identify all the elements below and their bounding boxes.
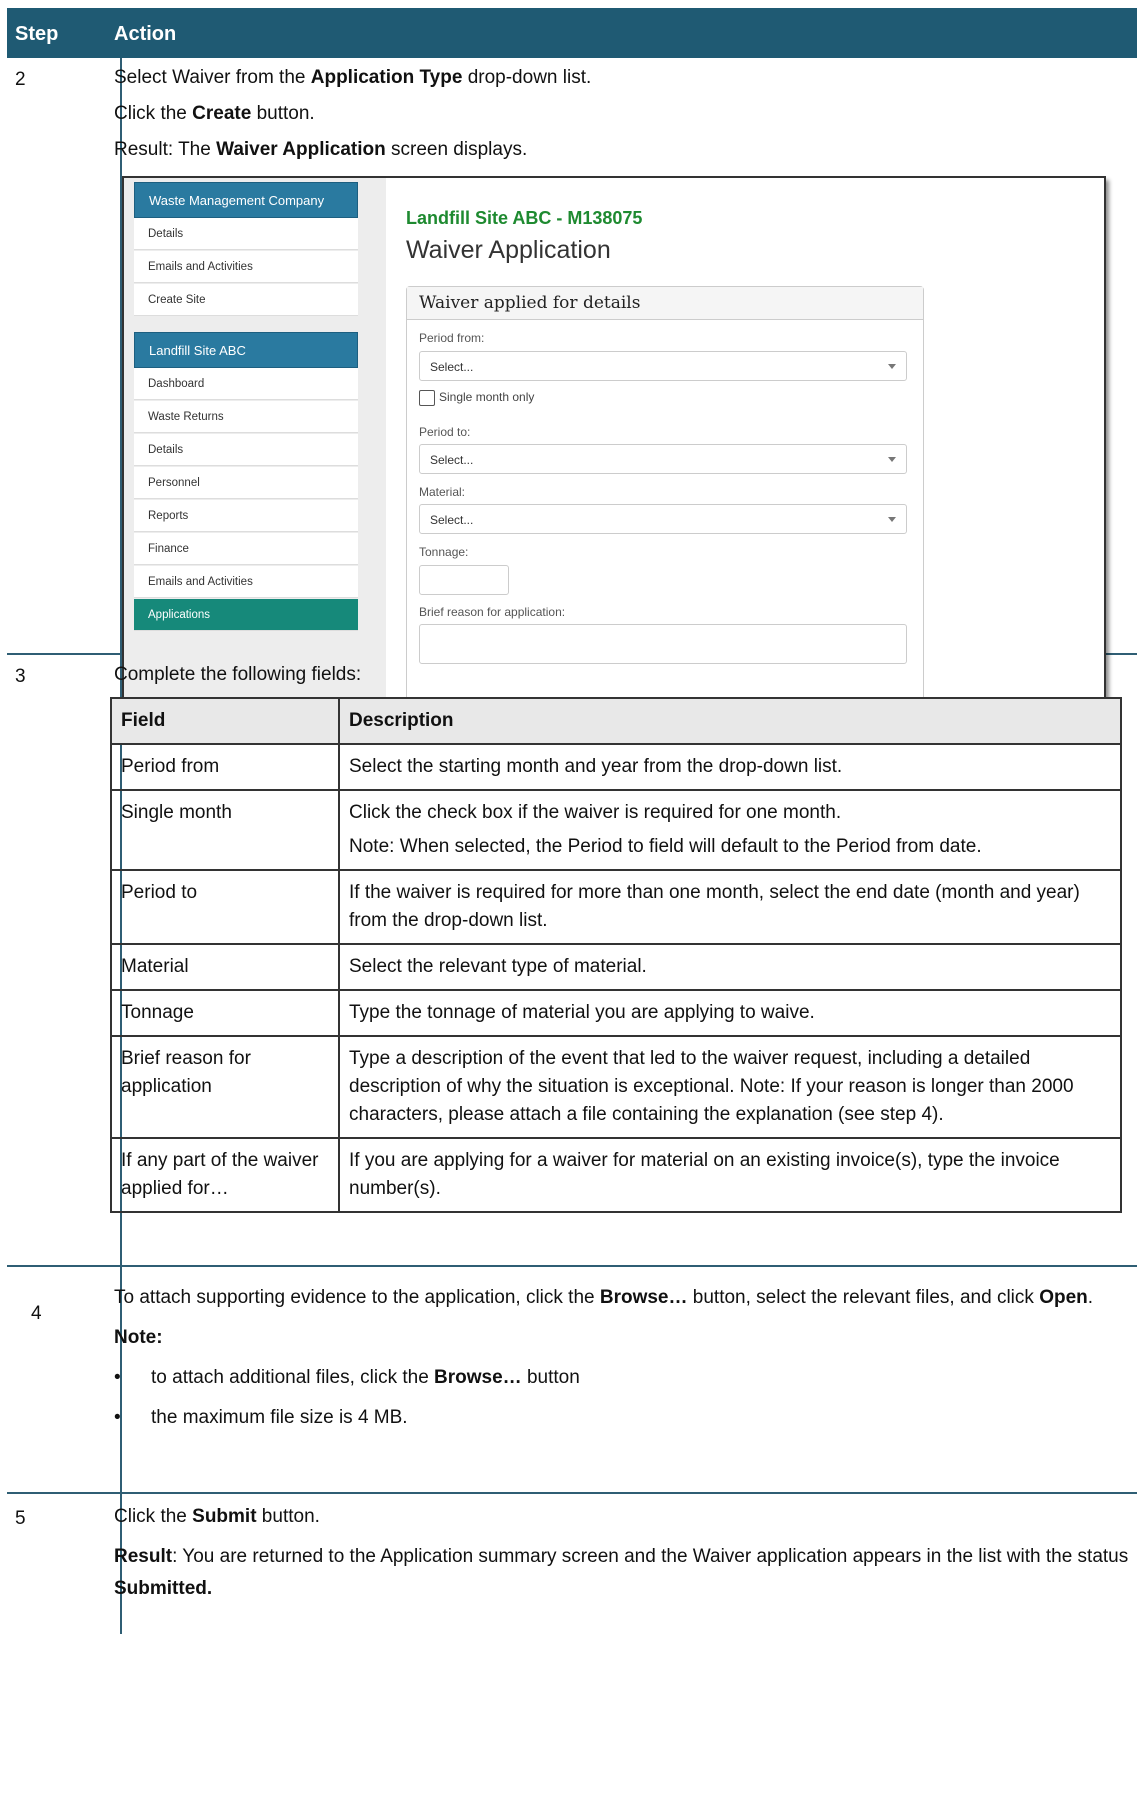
fields-table: Field Description Period from Select the…: [110, 697, 1122, 1213]
column-header-field: Field: [110, 697, 340, 745]
field-cell: Material: [110, 943, 340, 991]
field-cell: Period to: [110, 869, 340, 945]
column-header-description: Description: [338, 697, 1122, 745]
main-content: Landfill Site ABC - M138075 Waiver Appli…: [386, 178, 1104, 700]
sidebar-item-dashboard[interactable]: Dashboard: [134, 368, 358, 400]
procedure-table: Step Action 2 Select Waiver from the App…: [7, 8, 1137, 1634]
sidebar-item-emails[interactable]: Emails and Activities: [134, 251, 358, 283]
description-note: Note: When selected, the Period to field…: [349, 836, 982, 857]
period-to-value: Select...: [430, 453, 474, 467]
period-to-label: Period to:: [419, 425, 471, 439]
material-value: Select...: [430, 513, 474, 527]
sidebar-group-site[interactable]: Landfill Site ABC: [134, 332, 358, 368]
step-number: 2: [15, 69, 26, 90]
period-from-value: Select...: [430, 360, 474, 374]
step-action: To attach supporting evidence to the app…: [114, 1282, 1137, 1442]
sidebar-item-personnel[interactable]: Personnel: [134, 467, 358, 499]
sidebar-item-create-site[interactable]: Create Site: [134, 284, 358, 316]
chevron-down-icon: [888, 364, 896, 369]
step-number: 5: [15, 1508, 26, 1529]
chevron-down-icon: [888, 457, 896, 462]
table-row: Brief reason for application Type a desc…: [110, 1035, 1122, 1139]
waiver-application-screenshot: Waste Management Company Details Emails …: [122, 176, 1106, 702]
chevron-down-icon: [888, 517, 896, 522]
list-item: the maximum file size is 4 MB.: [114, 1402, 1137, 1434]
action-line: To attach supporting evidence to the app…: [114, 1287, 1094, 1308]
field-cell: If any part of the waiver applied for…: [110, 1137, 340, 1213]
sidebar-item-details[interactable]: Details: [134, 434, 358, 466]
note-label: Note:: [114, 1327, 163, 1348]
sidebar-item-finance[interactable]: Finance: [134, 533, 358, 565]
table-row: Single month Click the check box if the …: [110, 789, 1122, 871]
description-cell: If you are applying for a waiver for mat…: [338, 1137, 1122, 1213]
step-row-4: 4 To attach supporting evidence to the a…: [7, 1267, 1137, 1494]
step-row-5: 5 Click the Submit button. Result: You a…: [7, 1494, 1137, 1634]
description-cell: Type a description of the event that led…: [338, 1035, 1122, 1139]
result-line: Result: You are returned to the Applicat…: [114, 1546, 1129, 1599]
field-cell: Period from: [110, 743, 340, 791]
tonnage-input[interactable]: [419, 565, 509, 595]
notes-list: to attach additional files, click the Br…: [114, 1362, 1137, 1434]
table-header: Step Action: [7, 8, 1137, 58]
period-from-label: Period from:: [419, 331, 485, 345]
tonnage-label: Tonnage:: [419, 545, 469, 559]
action-line: Click the Create button.: [114, 103, 315, 124]
step-action: Click the Submit button. Result: You are…: [114, 1501, 1137, 1613]
step-number: 3: [15, 666, 26, 687]
table-row: If any part of the waiver applied for… I…: [110, 1137, 1122, 1213]
table-header-row: Field Description: [110, 697, 1122, 745]
description-cell: If the waiver is required for more than …: [338, 869, 1122, 945]
field-cell: Brief reason for application: [110, 1035, 340, 1139]
sidebar: Waste Management Company Details Emails …: [124, 178, 386, 700]
description-text: Click the check box if the waiver is req…: [349, 802, 842, 823]
table-row: Period from Select the starting month an…: [110, 743, 1122, 791]
sidebar-item-waste-returns[interactable]: Waste Returns: [134, 401, 358, 433]
description-cell: Select the starting month and year from …: [338, 743, 1122, 791]
description-cell: Click the check box if the waiver is req…: [338, 789, 1122, 871]
material-select[interactable]: Select...: [419, 504, 907, 534]
field-cell: Single month: [110, 789, 340, 871]
sidebar-group-company[interactable]: Waste Management Company: [134, 182, 358, 218]
sidebar-item-reports[interactable]: Reports: [134, 500, 358, 532]
header-action: Action: [114, 23, 177, 45]
action-line: Click the Submit button.: [114, 1506, 320, 1527]
sidebar-item-applications[interactable]: Applications: [134, 599, 358, 631]
page-title: Waiver Application: [406, 236, 611, 264]
step-action: Select Waiver from the Application Type …: [114, 62, 1137, 702]
sidebar-item-details[interactable]: Details: [134, 218, 358, 250]
single-month-label: Single month only: [439, 390, 535, 404]
material-label: Material:: [419, 485, 466, 499]
action-line: Result: The Waiver Application screen di…: [114, 139, 528, 160]
table-row: Tonnage Type the tonnage of material you…: [110, 989, 1122, 1037]
waiver-details-panel: Waiver applied for details Period from: …: [406, 286, 924, 700]
single-month-checkbox[interactable]: [419, 390, 435, 406]
period-from-select[interactable]: Select...: [419, 351, 907, 381]
step-number: 4: [31, 1303, 42, 1324]
reason-label: Brief reason for application:: [419, 605, 566, 619]
site-title: Landfill Site ABC - M138075: [406, 208, 643, 228]
action-line: Complete the following fields:: [114, 664, 362, 685]
table-row: Period to If the waiver is required for …: [110, 869, 1122, 945]
description-cell: Type the tonnage of material you are app…: [338, 989, 1122, 1037]
period-to-select[interactable]: Select...: [419, 444, 907, 474]
description-cell: Select the relevant type of material.: [338, 943, 1122, 991]
table-row: Material Select the relevant type of mat…: [110, 943, 1122, 991]
header-step: Step: [15, 23, 59, 45]
step-row-2: 2 Select Waiver from the Application Typ…: [7, 58, 1137, 702]
list-item: to attach additional files, click the Br…: [114, 1362, 1137, 1394]
step-row-3: 3 Complete the following fields: Field D…: [7, 655, 1137, 1267]
sidebar-item-emails[interactable]: Emails and Activities: [134, 566, 358, 598]
panel-title: Waiver applied for details: [407, 287, 923, 320]
action-line: Select Waiver from the Application Type …: [114, 67, 592, 88]
step-action: Complete the following fields: Field Des…: [110, 659, 1137, 1213]
field-cell: Tonnage: [110, 989, 340, 1037]
